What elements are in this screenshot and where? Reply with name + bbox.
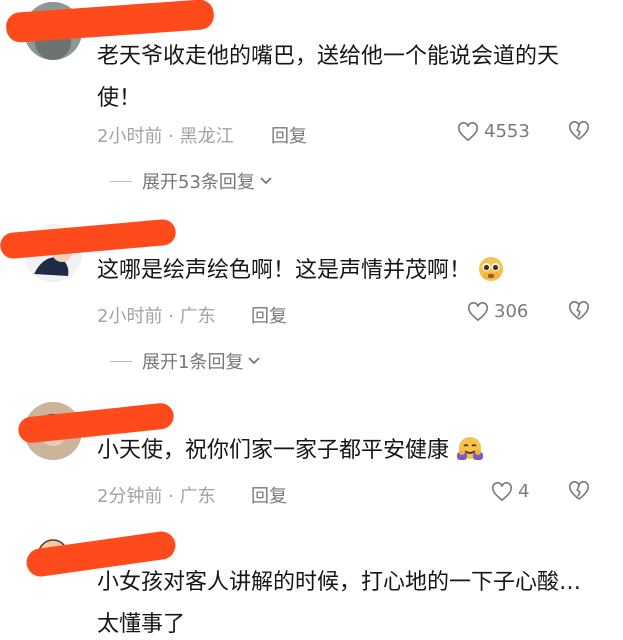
meta-separator: ·	[162, 126, 180, 147]
comment-text: 老天爷收走他的嘴巴，送给他一个能说会道的天使！	[97, 44, 560, 111]
comment-meta: 2分钟前 · 广东	[97, 482, 216, 508]
comment-time: 2分钟前	[97, 486, 163, 507]
comment-text-content: 小天使，祝你们家一家子都平安健康	[97, 438, 450, 463]
comment-text-content: 这哪是绘声绘色啊！这是声情并茂啊！	[97, 258, 472, 283]
like-button[interactable]: 4	[491, 481, 529, 502]
comment-text: 小天使，祝你们家一家子都平安健康	[97, 430, 602, 472]
expand-replies[interactable]: 展开1条回复	[110, 348, 261, 374]
chevron-down-icon	[260, 177, 272, 185]
comment-list: 老天爷收走他的嘴巴，送给他一个能说会道的天使！ 2小时前 · 黑龙江 回复 45…	[0, 0, 623, 640]
comment-location: 黑龙江	[179, 126, 234, 147]
comment-meta: 2小时前 · 黑龙江	[97, 122, 234, 148]
expand-replies[interactable]: 展开53条回复	[110, 168, 273, 194]
comment-meta: 2小时前 · 广东	[97, 302, 216, 328]
pleading-face-icon	[479, 257, 504, 281]
like-count: 306	[494, 301, 529, 322]
reply-button[interactable]: 回复	[251, 302, 287, 328]
comment-location: 广东	[179, 486, 216, 507]
reply-button[interactable]: 回复	[251, 482, 287, 508]
meta-separator: ·	[162, 486, 180, 507]
meta-separator: ·	[162, 306, 180, 327]
like-count: 4553	[484, 121, 530, 142]
comment-time: 2小时前	[97, 306, 163, 327]
like-count: 4	[518, 481, 530, 502]
like-button[interactable]: 4553	[457, 121, 530, 142]
heart-icon	[492, 481, 512, 501]
heart-icon	[468, 301, 488, 321]
expand-label: 展开1条回复	[142, 352, 244, 373]
expand-label: 展开53条回复	[142, 172, 255, 193]
comment-location: 广东	[179, 306, 216, 327]
broken-heart-icon[interactable]	[568, 301, 590, 321]
expand-divider	[110, 180, 132, 182]
comment-text: 这哪是绘声绘色啊！这是声情并茂啊！	[97, 250, 602, 292]
comment-text: 小女孩对客人讲解的时候，打心地的一下子心酸…太懂事了	[97, 570, 582, 637]
hugging-face-icon	[457, 437, 484, 460]
comment-time: 2小时前	[97, 126, 163, 147]
expand-divider	[110, 360, 132, 362]
chevron-down-icon	[248, 357, 261, 365]
broken-heart-icon[interactable]	[568, 121, 590, 141]
like-button[interactable]: 306	[467, 301, 528, 322]
reply-button[interactable]: 回复	[271, 122, 307, 148]
heart-icon	[458, 121, 478, 141]
broken-heart-icon[interactable]	[568, 481, 590, 501]
